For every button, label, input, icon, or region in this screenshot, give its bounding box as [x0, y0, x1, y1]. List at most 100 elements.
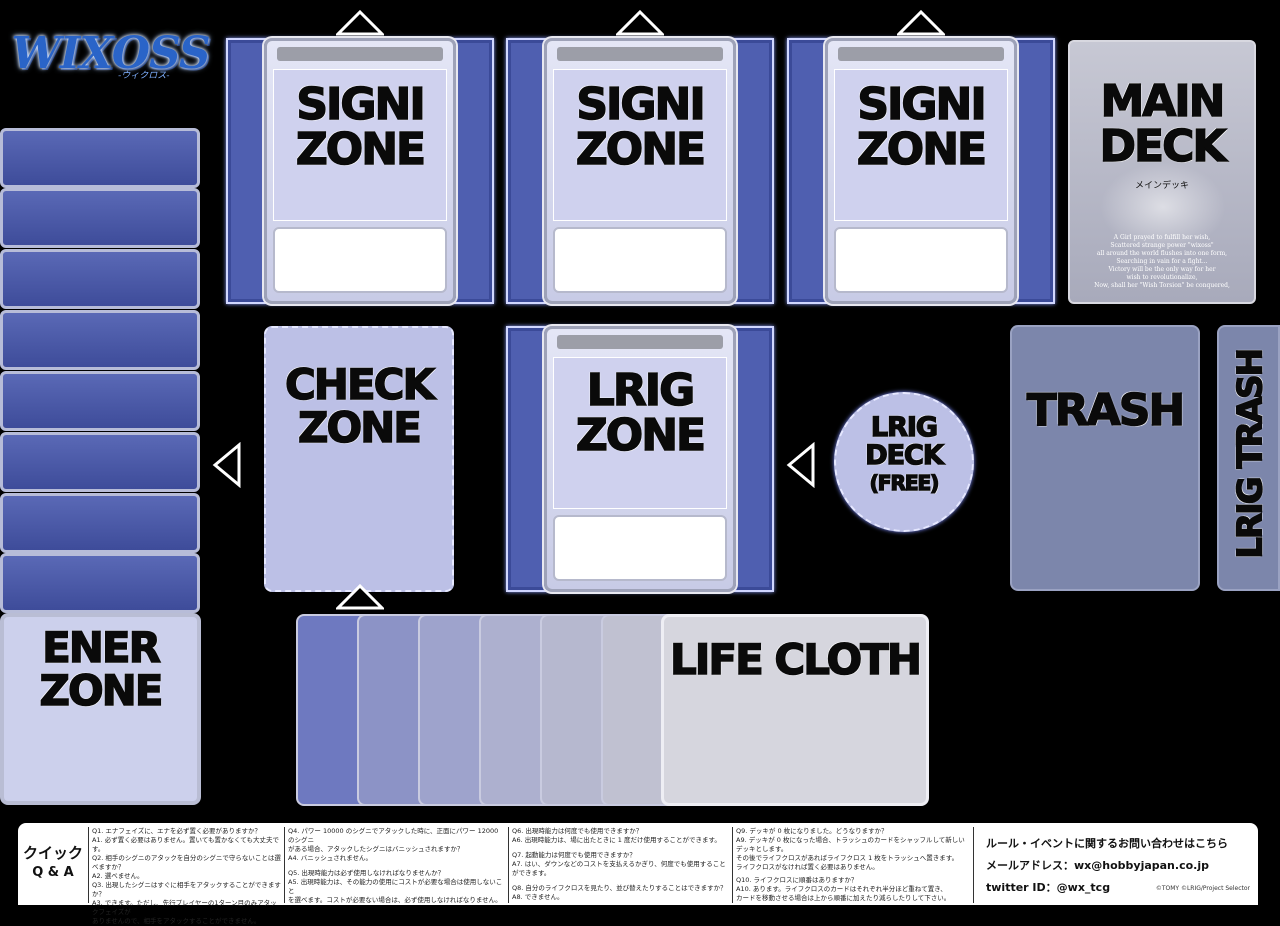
qa-line: Q10. ライフクロスに順番はありますか？	[736, 876, 858, 884]
zone-label-line-2: ZONE	[856, 123, 988, 175]
ener-card-slot[interactable]	[0, 249, 200, 309]
check-zone[interactable]: CHECK ZONE	[264, 326, 454, 592]
ener-card-slot[interactable]	[0, 432, 200, 492]
qa-line: その後でライフクロスがあればライフクロス 1 枚をトラッシュへ置きます。	[736, 854, 959, 862]
ener-card-slot[interactable]	[0, 493, 200, 553]
lrig-zone-label-line-2: ZONE	[575, 409, 707, 461]
qa-line: Q4. パワー 10000 のシグニでアタックした時に、正面にパワー 12000…	[288, 827, 499, 844]
trash-zone[interactable]: TRASH	[1010, 325, 1200, 591]
flavor-line: Victory will be the only way for her	[1108, 266, 1216, 273]
qa-line: A3. できます。ただし、先行プレイヤーの1ターン目のみアタックフェイズが	[92, 899, 277, 916]
qa-line: A9. デッキが 0 枚になった場合、トラッシュのカードをシャッフルして新しいデ…	[736, 836, 965, 853]
flavor-line: all around the world flushes into one fo…	[1096, 250, 1228, 257]
ener-card-slot[interactable]	[0, 310, 200, 370]
qa-line: Q8. 自分のライフクロスを見たり、並び替えたりすることはできますか？	[512, 884, 727, 892]
flavor-line: Searching in vain for a fight...	[1116, 258, 1208, 265]
qa-line: カードを移動させる場合は上から順番に加えたり減らしたりして下さい。	[736, 894, 951, 902]
ener-card-slot[interactable]	[0, 371, 200, 431]
lrig-deck[interactable]: LRIG DECK (FREE)	[834, 392, 974, 532]
flavor-line: wish to revolutionalize,	[1126, 274, 1198, 281]
card-slot: SIGNI ZONE	[544, 38, 736, 304]
qa-line: Q1. エナフェイズに、エナを必ず置く必要がありますか？	[92, 827, 261, 835]
card-text-box	[553, 227, 727, 293]
zone-label-line-2: ZONE	[295, 123, 427, 175]
qa-line: Q9. デッキが 0 枚になりました。どうなりますか？	[736, 827, 888, 835]
qa-line: ありませんので、相手をアタックすることができません。	[92, 917, 261, 925]
zone-label-line-2: ZONE	[575, 123, 707, 175]
qa-column-4: Q9. デッキが 0 枚になりました。どうなりますか？ A9. デッキが 0 枚…	[736, 827, 970, 903]
card-name-bar	[838, 47, 1004, 61]
logo-text: WIXOSS	[11, 28, 210, 79]
qa-column-3: Q6. 出現時能力は何度でも使用できますか？ A6. 出現時能力は、場に出たとき…	[512, 827, 730, 902]
card-text-box	[273, 227, 447, 293]
qa-line: A5. 出現時能力は、その能力の使用にコストが必要な場合は使用しないこと	[288, 878, 503, 895]
card-slot: SIGNI ZONE	[264, 38, 456, 304]
qa-line: A4. バニッシュされません。	[288, 854, 373, 862]
ener-zone[interactable]: ENER ZONE	[0, 613, 201, 805]
zone-label-line-1: SIGNI	[576, 79, 707, 130]
deck-label-line-2: DECK	[1099, 120, 1227, 172]
check-zone-label-line-1: CHECK	[284, 360, 436, 409]
lrig-zone[interactable]: LRIG ZONE	[506, 326, 774, 592]
twitter-link[interactable]: @wx_tcg	[1057, 881, 1110, 894]
card-name-bar	[557, 335, 723, 349]
lrig-zone-label: LRIG ZONE	[547, 365, 733, 461]
contact-twitter: twitter ID：@wx_tcg	[986, 879, 1110, 895]
card-slot: LRIG ZONE	[544, 326, 736, 592]
flavor-line: Scattered strange power "wixoss"	[1110, 242, 1214, 249]
qa-line: A7. はい、ダウンなどのコストを支払えるかぎり、何度でも使用することができます…	[512, 860, 726, 877]
copyright: ©TOMY ©LRIG/Project Selector	[1155, 885, 1250, 892]
ener-zone-label-line-1: ENER	[41, 623, 161, 672]
qa-line: Q5. 出現時能力は必ず使用しなければなりませんか？	[288, 869, 445, 877]
trash-label: TRASH	[1026, 385, 1186, 436]
lrig-trash-zone[interactable]: LRIG TRASH	[1217, 325, 1280, 591]
ener-card-slot[interactable]	[0, 128, 200, 188]
main-deck[interactable]: MAIN DECK メインデッキ A Girl prayed to fulfil…	[1068, 40, 1256, 304]
quick-qa-panel: クイック Q & A Q1. エナフェイズに、エナを必ず置く必要がありますか？ …	[18, 823, 1258, 925]
check-zone-label: CHECK ZONE	[266, 360, 452, 450]
ener-card-slot[interactable]	[0, 188, 200, 248]
qa-divider	[284, 827, 285, 903]
qa-line: を選べます。コストが必要ない場合は、必ず使用しなければなりません。	[288, 896, 502, 904]
mail-label: メールアドレス：	[986, 859, 1074, 872]
signi-zone-2[interactable]: SIGNI ZONE	[506, 38, 774, 304]
ener-card-slot[interactable]	[0, 553, 200, 613]
qa-line: A6. 出現時能力は、場に出たときに 1 度だけ使用することができます。	[512, 836, 721, 844]
qa-line: Q7. 起動能力は何度でも使用できますか？	[512, 851, 636, 859]
qa-title-line-2: Q & A	[32, 865, 74, 880]
lrig-deck-label-line-2: DECK	[864, 439, 944, 471]
deck-label: MAIN DECK	[1070, 78, 1254, 172]
life-cloth-label: LIFE CLOTH	[669, 635, 923, 684]
arrow-left-icon	[212, 442, 241, 488]
qa-divider	[732, 827, 733, 903]
signi-zone-1[interactable]: SIGNI ZONE	[226, 38, 494, 304]
signi-zone-3[interactable]: SIGNI ZONE	[787, 38, 1055, 304]
arrow-up-icon	[336, 584, 384, 610]
arrow-up-icon	[616, 10, 664, 36]
zone-label: SIGNI ZONE	[828, 81, 1014, 175]
qa-line: A1. 必ず置く必要はありません。置いても置かなくても大丈夫です。	[92, 836, 279, 853]
arrow-up-icon	[336, 10, 384, 36]
card-slot: SIGNI ZONE	[825, 38, 1017, 304]
mail-link[interactable]: wx@hobbyjapan.co.jp	[1074, 859, 1209, 872]
qa-line: Q2. 相手のシグニのアタックを自分のシグニで守らないことは選べますか？	[92, 854, 281, 871]
flavor-line: A Girl prayed to fulfill her wish,	[1113, 234, 1211, 241]
card-name-bar	[557, 47, 723, 61]
deck-subtitle: メインデッキ	[1134, 181, 1189, 191]
arrow-up-icon	[897, 10, 945, 36]
life-cloth-zone[interactable]: LIFE CLOTH	[661, 614, 929, 806]
qa-title-line-1: クイック	[22, 844, 83, 862]
qa-divider	[508, 827, 509, 903]
qa-line: Q6. 出現時能力は何度でも使用できますか？	[512, 827, 643, 835]
zone-label: SIGNI ZONE	[547, 79, 733, 175]
arrow-left-icon	[786, 442, 815, 488]
ener-zone-label: ENER ZONE	[4, 623, 197, 713]
qa-line: A8. できません。	[512, 893, 564, 901]
qa-line: A2. 選べません。	[92, 872, 144, 880]
contact-title: ルール・イベントに関するお問い合わせはこちら	[986, 837, 1228, 850]
qa-line: Q3. 出現したシグニはすぐに相手をアタックすることができますか？	[92, 881, 281, 898]
lrig-zone-label-line-1: LRIG	[586, 365, 696, 416]
deck-flavor-text: A Girl prayed to fulfill her wish, Scatt…	[1082, 234, 1242, 290]
qa-line: がある場合、アタックしたシグニはバニッシュされますか？	[288, 845, 464, 853]
card-text-box	[553, 515, 727, 581]
